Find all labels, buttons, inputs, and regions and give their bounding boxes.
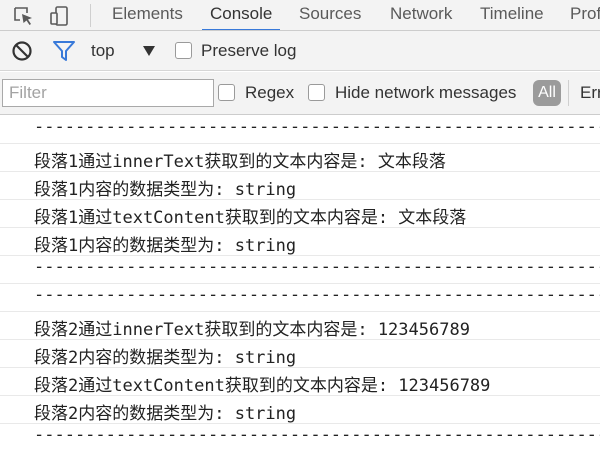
hide-network-label: Hide network messages: [335, 83, 517, 102]
tab-profiles[interactable]: Prof: [570, 0, 600, 30]
device-toolbar-icon[interactable]: [50, 6, 72, 26]
tab-timeline[interactable]: Timeline: [480, 0, 544, 30]
console-message-text: 段落1通过textContent获取到的文本内容是: 文本段落: [34, 208, 467, 228]
console-message-text: 段落2内容的数据类型为: string: [34, 404, 297, 424]
console-message-text: 段落2内容的数据类型为: string: [34, 348, 297, 368]
console-message-text: 段落2通过textContent获取到的文本内容是: 123456789: [34, 376, 491, 396]
devtools-tabbar: Elements Console Sources Network Timelin…: [0, 0, 600, 31]
filter-input[interactable]: [2, 79, 214, 107]
console-message-text: ----------------------------------------…: [34, 285, 600, 305]
console-message-text: 段落1通过innerText获取到的文本内容是: 文本段落: [34, 152, 446, 172]
console-message: ----------------------------------------…: [0, 256, 600, 284]
console-output: ----------------------------------------…: [0, 116, 600, 450]
regex-label: Regex: [245, 83, 295, 102]
console-message: 段落2内容的数据类型为: string: [0, 340, 600, 368]
console-message: 段落1通过innerText获取到的文本内容是: 文本段落: [0, 144, 600, 172]
level-errors-button[interactable]: Err: [580, 83, 600, 103]
no-entry-icon[interactable]: [10, 39, 34, 63]
tab-console[interactable]: Console: [201, 0, 281, 30]
console-message-text: 段落2通过innerText获取到的文本内容是: 123456789: [34, 320, 470, 340]
console-message: 段落2通过textContent获取到的文本内容是: 123456789: [0, 368, 600, 396]
console-message: 段落2通过innerText获取到的文本内容是: 123456789: [0, 312, 600, 340]
regex-checkbox[interactable]: [218, 84, 235, 101]
chevron-down-icon[interactable]: [142, 45, 156, 57]
console-message: ----------------------------------------…: [0, 284, 600, 312]
console-message-text: ----------------------------------------…: [34, 425, 600, 445]
filter-divider: [568, 80, 569, 106]
console-message: 段落1内容的数据类型为: string: [0, 172, 600, 200]
console-message-text: ----------------------------------------…: [34, 117, 600, 137]
preserve-log-checkbox[interactable]: [175, 42, 192, 59]
console-message: 段落1内容的数据类型为: string: [0, 228, 600, 256]
console-filter-bar: Regex Hide network messages All Err: [0, 72, 600, 115]
console-toolbar: top Preserve log: [0, 31, 600, 71]
funnel-icon[interactable]: [52, 40, 76, 62]
context-selector[interactable]: top: [91, 41, 115, 61]
element-picker-icon[interactable]: [13, 6, 35, 26]
hide-network-checkbox[interactable]: [308, 84, 325, 101]
tab-sources[interactable]: Sources: [299, 0, 361, 30]
preserve-log-label: Preserve log: [201, 41, 297, 60]
console-message: ----------------------------------------…: [0, 424, 600, 450]
tab-network[interactable]: Network: [390, 0, 452, 30]
tab-elements[interactable]: Elements: [112, 0, 183, 30]
console-message: 段落2内容的数据类型为: string: [0, 396, 600, 424]
console-message: ----------------------------------------…: [0, 116, 600, 144]
level-all-button[interactable]: All: [533, 80, 561, 106]
console-message-text: 段落1内容的数据类型为: string: [34, 236, 297, 256]
console-message-text: ----------------------------------------…: [34, 257, 600, 277]
tabbar-divider: [90, 4, 91, 27]
console-message-text: 段落1内容的数据类型为: string: [34, 180, 297, 200]
console-message: 段落1通过textContent获取到的文本内容是: 文本段落: [0, 200, 600, 228]
